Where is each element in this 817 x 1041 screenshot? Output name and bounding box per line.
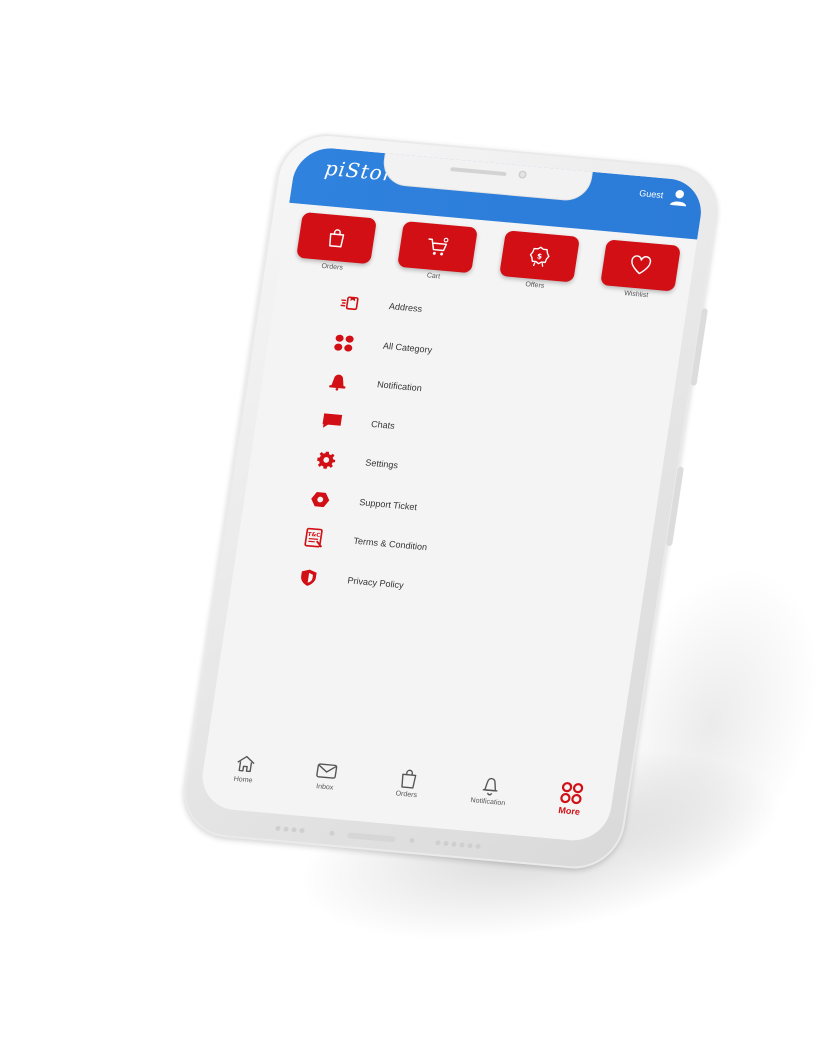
- speaker-grille-left: [275, 825, 305, 834]
- offer-badge-icon: $: [529, 246, 550, 267]
- front-camera: [517, 170, 528, 179]
- tile-orders[interactable]: Orders: [286, 211, 384, 282]
- heart-icon: [631, 255, 652, 275]
- chat-bubble-icon: [320, 411, 345, 431]
- tile-orders-button[interactable]: [296, 211, 377, 265]
- svg-text:$: $: [536, 251, 542, 260]
- nav-notification[interactable]: Notification: [452, 772, 527, 809]
- nav-inbox[interactable]: Inbox: [289, 757, 364, 794]
- bell-icon: [326, 372, 351, 392]
- charging-port: [347, 832, 396, 843]
- user-icon[interactable]: [668, 187, 691, 209]
- mockup-stage: piStor Guest Orders Cart $ Offers Wishli…: [0, 0, 817, 1041]
- terms-icon: T&C: [302, 527, 327, 548]
- more-menu-list: Address All Category Notification Chats …: [229, 286, 684, 636]
- shopping-bag-icon: [329, 229, 345, 248]
- home-icon: [237, 755, 255, 773]
- svg-text:T&C: T&C: [307, 532, 320, 539]
- cart-icon: [428, 237, 449, 256]
- address-icon: [338, 294, 363, 314]
- speaker-grille-right: [435, 840, 481, 850]
- tile-cart[interactable]: Cart: [388, 220, 486, 291]
- tile-wishlist-button[interactable]: [600, 239, 681, 292]
- earpiece-speaker: [450, 167, 507, 177]
- ticket-icon: [308, 489, 333, 509]
- inbox-icon: [316, 763, 338, 779]
- nav-home[interactable]: Home: [208, 750, 283, 787]
- tile-offers-button[interactable]: $: [498, 230, 580, 283]
- gear-icon: [314, 450, 339, 470]
- more-grid-icon: [560, 782, 584, 805]
- category-grid-icon: [332, 333, 357, 353]
- tile-offers[interactable]: $ Offers: [489, 230, 587, 301]
- nav-orders[interactable]: Orders: [371, 764, 446, 801]
- tile-cart-button[interactable]: [397, 221, 479, 274]
- shield-icon: [296, 567, 321, 587]
- bell-icon: [482, 777, 498, 796]
- screw-left: [329, 830, 335, 836]
- nav-more[interactable]: More: [533, 779, 608, 819]
- tile-wishlist[interactable]: Wishlist: [590, 239, 688, 310]
- shopping-bag-icon: [401, 769, 417, 789]
- screw-right: [409, 837, 415, 844]
- guest-label[interactable]: Guest: [639, 188, 665, 200]
